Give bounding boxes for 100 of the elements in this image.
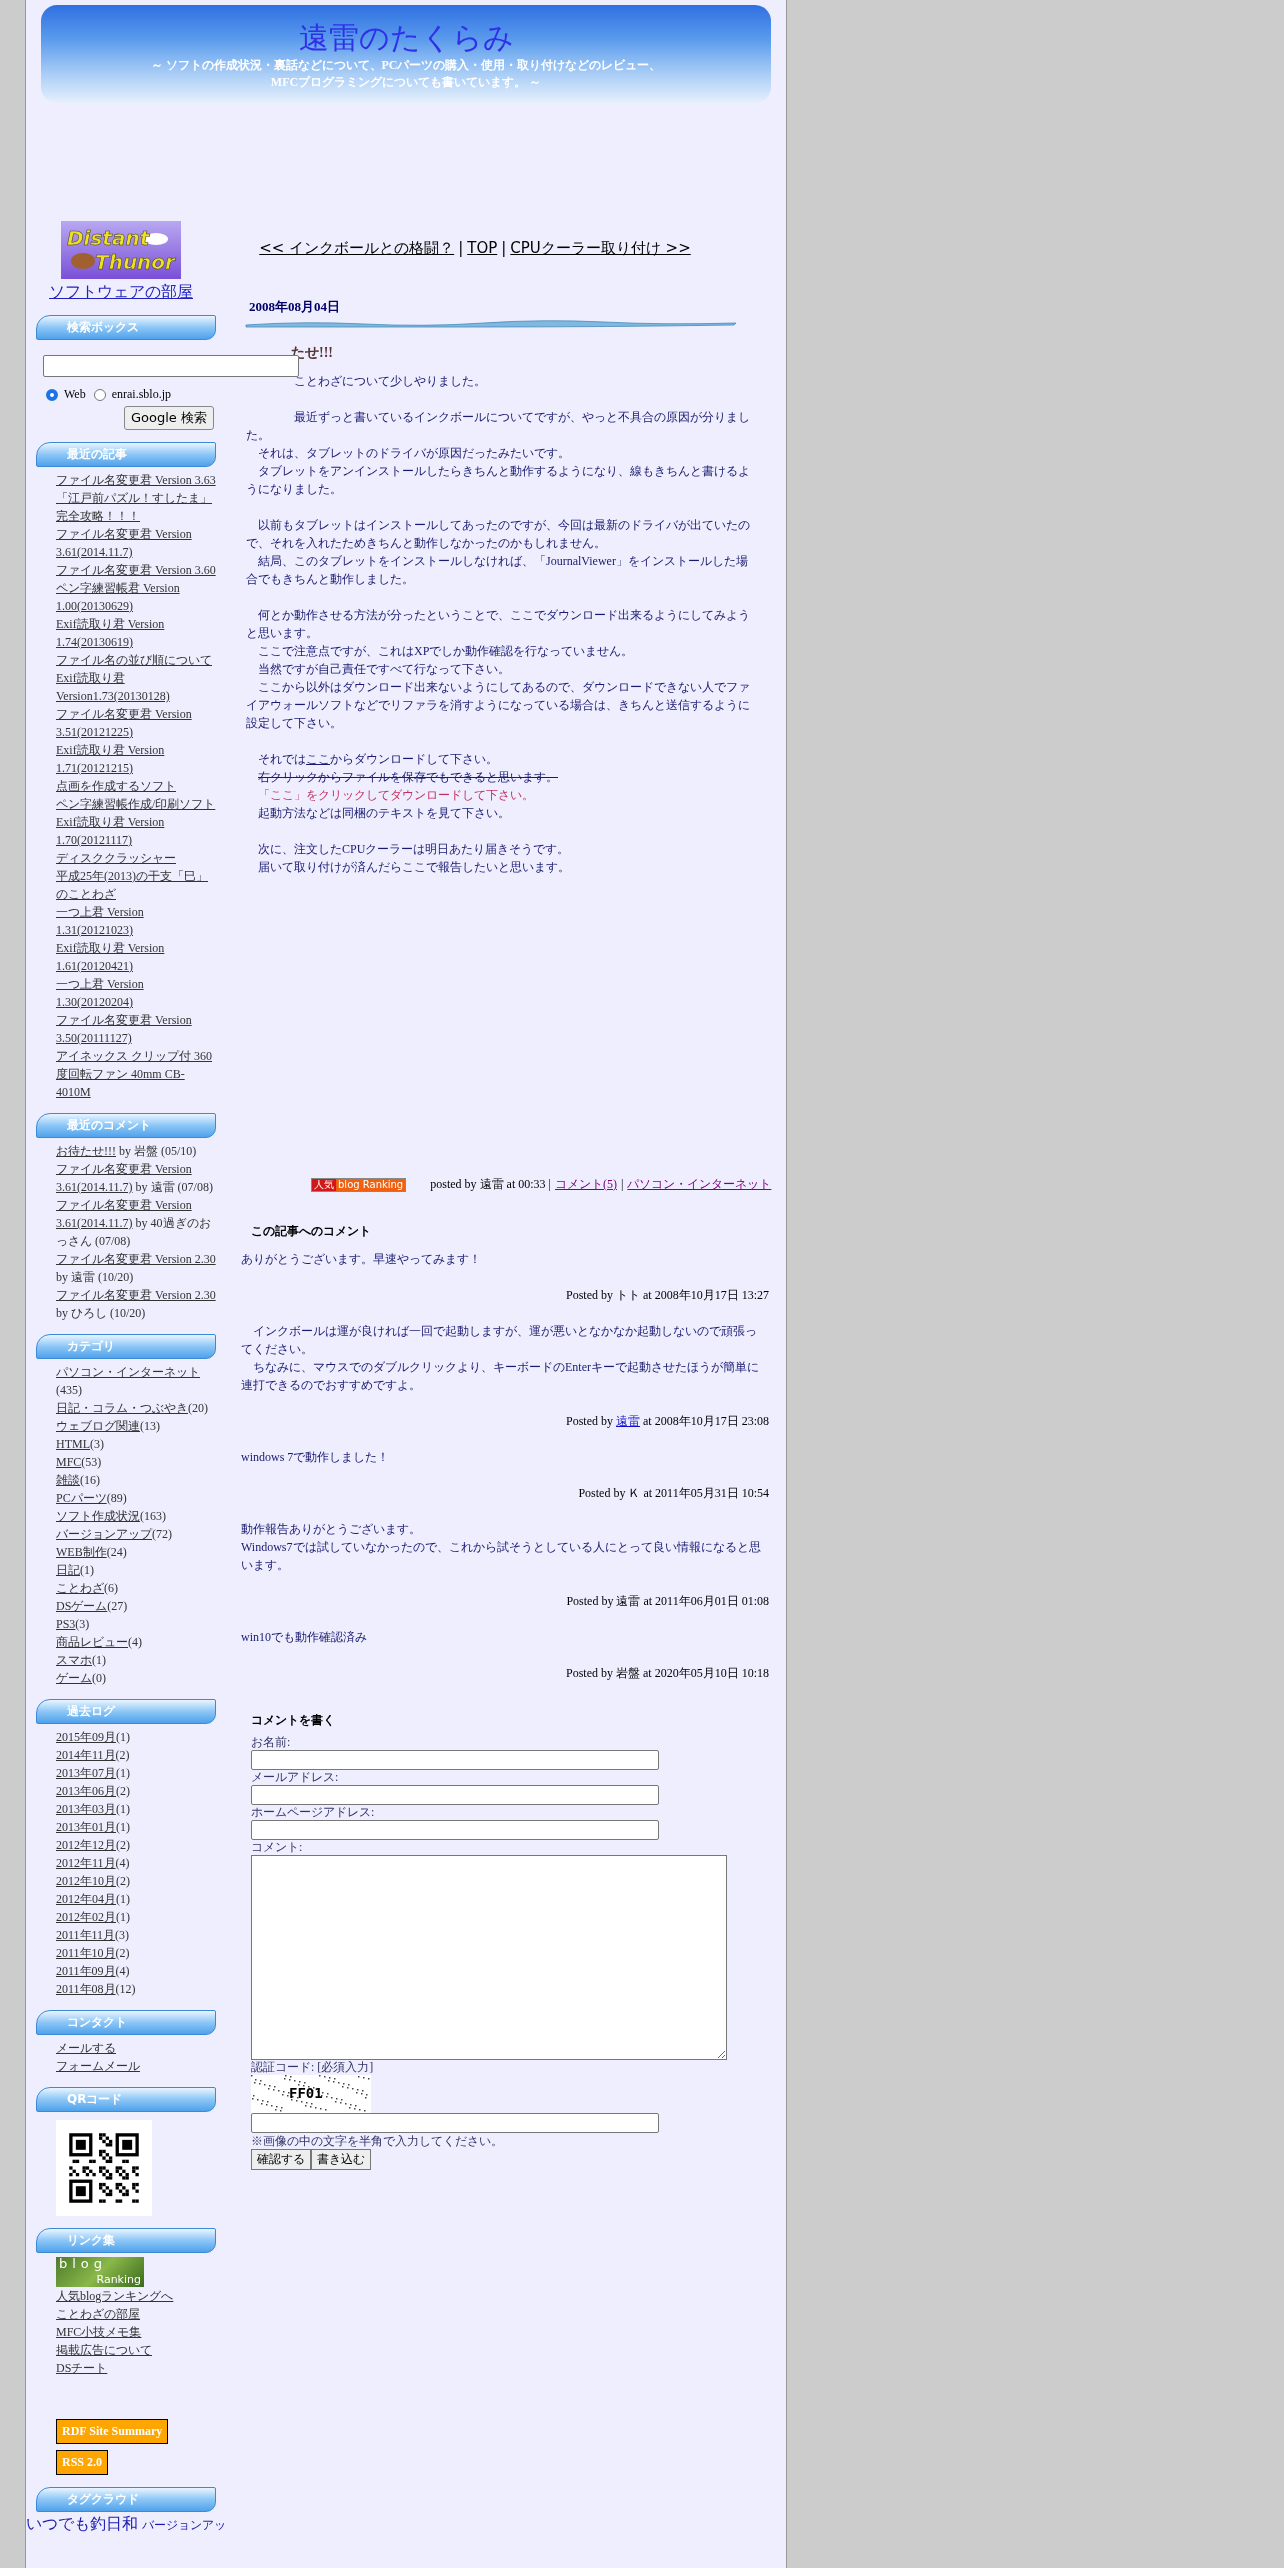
comment-text: ありがとうございます。早速やってみます！ [241, 1251, 482, 1268]
category-link[interactable]: ソフト作成状況 [56, 1509, 140, 1523]
post-count: (6) [104, 1581, 118, 1595]
download-link[interactable]: ここ [306, 752, 330, 766]
tag-link[interactable]: バージョンアッ [142, 2518, 226, 2532]
category-link[interactable]: バージョンアップ [56, 1527, 152, 1541]
post-count: (2) [115, 1946, 130, 1960]
archive-link[interactable]: 2011年09月 [56, 1964, 116, 1978]
recent-comment[interactable]: ファイル名変更君 Version 2.30 by ひろし (10/20) [56, 1286, 216, 1322]
archive-link[interactable]: 2013年03月 [56, 1802, 116, 1816]
search-button[interactable]: Google 検索 [124, 406, 214, 430]
category-link[interactable]: DSゲーム [56, 1599, 108, 1613]
category-link[interactable]: 商品レビュー [56, 1635, 128, 1649]
archive-link[interactable]: 2012年12月 [56, 1838, 116, 1852]
recent-comment[interactable]: ファイル名変更君 Version 3.61(2014.11.7) by 40過ぎのおっさん (07/08) [56, 1196, 216, 1250]
paragraph: タブレットをアンインストールしたらきちんと動作するようになり、線もきちんと書けるようになりました。 [246, 463, 751, 498]
captcha-field[interactable] [251, 2113, 659, 2133]
input-field[interactable] [251, 1750, 659, 1770]
category-link[interactable]: 日記・コラム・つぶやき [56, 1401, 188, 1415]
category-link[interactable]: HTML [56, 1437, 90, 1451]
category-link[interactable]: パソコン・インターネット [627, 1176, 772, 1193]
contact-link[interactable]: メールする [56, 2041, 116, 2055]
site-link[interactable]: ソフトウェアの部屋 [49, 281, 193, 303]
top-link[interactable]: TOP [467, 239, 498, 257]
category-link[interactable]: 日記 [56, 1563, 80, 1577]
link-item[interactable]: ことわざの部屋 [56, 2307, 140, 2321]
post-link[interactable]: ファイル名変更君 Version 3.61(2014.11.7) [56, 525, 216, 561]
category-link[interactable]: 雑談 [56, 1473, 80, 1487]
category-link[interactable]: パソコン・インターネット [56, 1365, 200, 1379]
archive-link[interactable]: 2012年10月 [56, 1874, 116, 1888]
next-link[interactable]: CPUクーラー取り付け >> [510, 239, 691, 257]
archive-link[interactable]: 2013年07月 [56, 1766, 116, 1780]
archive-link[interactable]: 2013年01月 [56, 1820, 116, 1834]
post-link[interactable]: ファイル名変更君 Version 3.60 [56, 561, 216, 579]
archive-link[interactable]: 2011年11月 [56, 1928, 116, 1942]
archive-link[interactable]: 2014年11月 [56, 1748, 116, 1762]
form-button[interactable]: 書き込む [311, 2149, 371, 2170]
post-link[interactable]: 点画を作成するソフト [56, 777, 216, 795]
post-link[interactable]: Exif読取り君 Version1.73(20130128) [56, 669, 216, 705]
link-item[interactable]: MFC小技メモ集 [56, 2325, 142, 2339]
recent-comment[interactable]: ファイル名変更君 Version 3.61(2014.11.7) by 遠雷 (07/08) [56, 1160, 216, 1196]
post-link[interactable]: Exif読取り君 Version 1.61(20120421) [56, 939, 216, 975]
posted-label: Posted by [566, 1288, 613, 1302]
recent-comment[interactable]: お待たせ!!! by 岩盤 (05/10) [56, 1142, 216, 1160]
post-count: (1) [116, 1730, 130, 1744]
link-item[interactable]: 掲載広告について [56, 2343, 152, 2357]
post-count: (24) [106, 1545, 127, 1559]
archive-link[interactable]: 2012年02月 [56, 1910, 116, 1924]
post-link[interactable]: 一つ上君 Version 1.30(20120204) [56, 975, 216, 1011]
post-link[interactable]: ペン字練習帳作成/印刷ソフト [56, 795, 216, 813]
archive-link[interactable]: 2011年10月 [56, 1946, 116, 1960]
category-link[interactable]: ことわざ [56, 1581, 104, 1595]
post-count: (3) [115, 1928, 130, 1942]
category-link[interactable]: MFC [56, 1455, 82, 1469]
comment-time: at 2020年05月10日 10:18 [643, 1666, 769, 1680]
recent-comment[interactable]: ファイル名変更君 Version 2.30 by 遠雷 (10/20) [56, 1250, 216, 1286]
comment-author[interactable]: 遠雷 [616, 1414, 640, 1428]
radio-button[interactable] [46, 388, 58, 401]
radio-button[interactable] [93, 388, 106, 401]
form-button[interactable]: 確認する [251, 2149, 311, 2170]
paragraph: 起動方法などは同梱のテキストを見て下さい。 [257, 805, 511, 822]
input-field[interactable] [251, 1820, 659, 1840]
tag-link[interactable]: いつでも釣日和 [26, 2514, 138, 2533]
category-link[interactable]: PCパーツ [56, 1491, 107, 1505]
archive-link[interactable]: 2012年04月 [56, 1892, 116, 1906]
category-link[interactable]: スマホ [56, 1653, 92, 1667]
link-item[interactable]: 人気blogランキングへ [56, 2289, 174, 2303]
archive-link[interactable]: 2011年08月 [56, 1982, 116, 1996]
post-link[interactable]: ファイル名変更君 Version 3.50(20111127) [56, 1011, 216, 1047]
radio-label[interactable]: enrai.sblo.jp [111, 387, 172, 402]
prev-link[interactable]: << インクボールとの格闘？ [259, 239, 455, 257]
post-link[interactable]: 「江戸前パズル！すしたま」完全攻略！！！ [56, 489, 216, 525]
post-link[interactable]: Exif読取り君 Version 1.71(20121215) [56, 741, 216, 777]
archive-link[interactable]: 2012年11月 [56, 1856, 116, 1870]
post-link[interactable]: ファイル名の並び順について [56, 651, 216, 669]
category-link[interactable]: WEB制作 [56, 1545, 107, 1559]
category-link[interactable]: ウェブログ関連 [56, 1419, 140, 1433]
radio-label[interactable]: Web [64, 387, 86, 402]
category-link[interactable]: ゲーム [56, 1671, 92, 1685]
comments-link[interactable]: コメント(5) [554, 1176, 617, 1193]
post-link[interactable]: ペン字練習帳君 Version 1.00(20130629) [56, 579, 216, 615]
post-link[interactable]: アイネックス クリップ付 360度回転ファン 40mm CB-4010M [56, 1047, 216, 1101]
link-item[interactable]: DSチート [56, 2361, 108, 2375]
field-label: メールアドレス: [251, 1770, 340, 1785]
archive-link[interactable]: 2013年06月 [56, 1784, 116, 1798]
comment-time: at 2011年05月31日 10:54 [643, 1486, 769, 1500]
ranking-badge[interactable]: 人気 blog Ranking [311, 1177, 407, 1192]
post-link[interactable]: ディスククラッシャー [56, 849, 216, 867]
post-link[interactable]: 平成25年(2013)の干支「巳」のことわざ [56, 867, 216, 903]
post-link[interactable]: ファイル名変更君 Version 3.63 [56, 471, 216, 489]
comment-field[interactable] [251, 1855, 727, 2060]
post-link[interactable]: Exif読取り君 Version 1.70(20121117) [56, 813, 216, 849]
contact-link[interactable]: フォームメール [56, 2059, 140, 2073]
input-field[interactable] [251, 1785, 659, 1805]
post-link[interactable]: 一つ上君 Version 1.31(20121023) [56, 903, 216, 939]
post-link[interactable]: Exif読取り君 Version 1.74(20130619) [56, 615, 216, 651]
archive-link[interactable]: 2015年09月 [56, 1730, 116, 1744]
post-link[interactable]: ファイル名変更君 Version 3.51(20121225) [56, 705, 216, 741]
blog-ranking-banner[interactable]: blog Ranking [56, 2257, 144, 2287]
category-link[interactable]: PS3 [56, 1617, 76, 1631]
